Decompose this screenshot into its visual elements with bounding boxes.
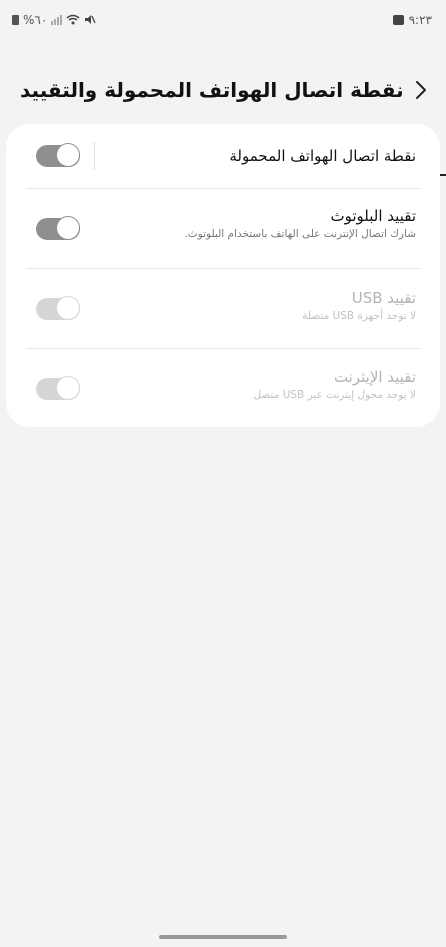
toggle-knob [56,376,80,400]
bluetooth-tethering-text: تقييد البلوتوث شارك اتصال الإنترنت على ا… [184,207,416,240]
usb-tethering-row: تقييد USB لا توجد أجهزة USB متصلة [6,269,440,348]
battery-percentage: %٦٠ [23,13,48,27]
clock: ٩:٢٣ [408,13,432,27]
row-separator [94,142,95,170]
page-header: نقطة اتصال الهواتف المحمولة والتقييد [20,70,430,110]
gallery-notification-icon [392,15,404,25]
hotspot-toggle[interactable] [36,143,80,167]
status-left: %٦٠ [12,13,96,27]
tethering-settings-card: نقطة اتصال الهواتف المحمولة تقييد البلوت… [6,124,440,427]
home-indicator[interactable] [159,935,287,939]
toggle-knob [56,143,80,167]
usb-tethering-text: تقييد USB لا توجد أجهزة USB متصلة [302,289,416,322]
back-button[interactable] [412,75,430,105]
bluetooth-tethering-title: تقييد البلوتوث [330,207,416,225]
status-right: ٩:٢٣ [392,13,432,27]
mute-icon [84,14,96,26]
battery-icon [12,15,19,25]
usb-tethering-title: تقييد USB [351,289,416,307]
signal-icon [51,15,63,25]
bluetooth-tethering-subtitle: شارك اتصال الإنترنت على الهاتف باستخدام … [184,228,416,240]
hotspot-text: نقطة اتصال الهواتف المحمولة [229,147,416,165]
ethernet-tethering-row: تقييد الإيثرنت لا يوجد محول إيثرنت عبر U… [6,349,440,427]
wifi-icon [66,14,80,26]
ethernet-tethering-subtitle: لا يوجد محول إيثرنت عبر USB متصل [253,389,416,401]
ethernet-tethering-title: تقييد الإيثرنت [333,368,416,386]
toggle-knob [56,296,80,320]
hotspot-row[interactable]: نقطة اتصال الهواتف المحمولة [6,124,440,188]
bluetooth-tethering-toggle[interactable] [36,216,80,240]
usb-tethering-subtitle: لا توجد أجهزة USB متصلة [302,310,416,322]
page-title: نقطة اتصال الهواتف المحمولة والتقييد [20,78,404,102]
hotspot-title: نقطة اتصال الهواتف المحمولة [229,147,416,165]
ethernet-tethering-toggle [36,376,80,400]
status-bar: %٦٠ ٩:٢٣ [0,0,446,40]
ethernet-tethering-text: تقييد الإيثرنت لا يوجد محول إيثرنت عبر U… [253,368,416,401]
chevron-back-icon [415,81,426,99]
bluetooth-tethering-row[interactable]: تقييد البلوتوث شارك اتصال الإنترنت على ا… [6,189,440,268]
usb-tethering-toggle [36,296,80,320]
toggle-knob [56,216,80,240]
